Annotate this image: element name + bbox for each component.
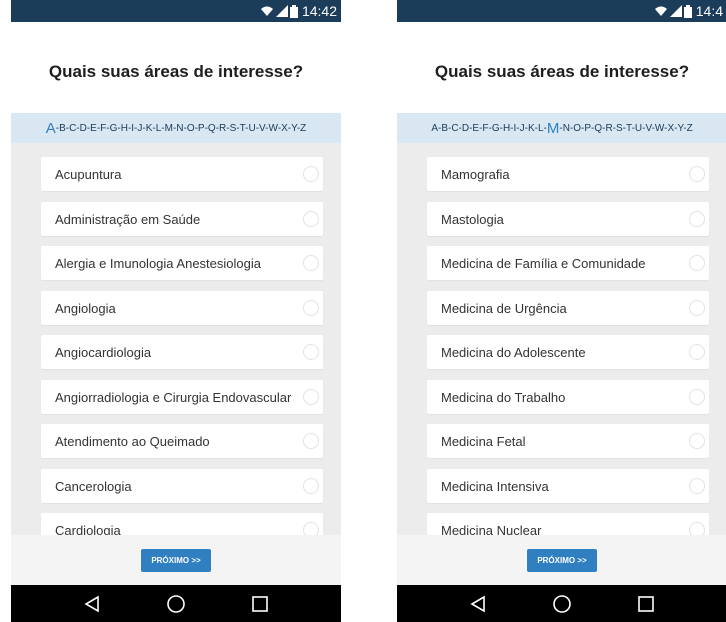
radio-button[interactable] (689, 211, 705, 227)
alphabet-before[interactable]: A-B-C-D-E-F-G-H-I-J-K-L- (431, 123, 547, 134)
list-item-label: Acupuntura (55, 166, 122, 182)
radio-button[interactable] (689, 433, 705, 449)
next-button[interactable]: PRÓXIMO >> (527, 548, 597, 572)
radio-button[interactable] (303, 389, 319, 405)
list-item-label: Angiocardiologia (55, 344, 152, 360)
wifi-icon (654, 6, 667, 16)
battery-icon (683, 4, 692, 18)
list-item-label: Atendimento ao Queimado (55, 433, 210, 449)
phone-screen-left: 14:42 Quais suas áreas de interesse? A -… (11, 0, 341, 622)
list-item-label: Angiorradiologia e Cirurgia Endovascular (55, 389, 292, 405)
radio-button[interactable] (303, 300, 319, 316)
radio-button[interactable] (303, 166, 319, 182)
list-item[interactable]: Mamografia (427, 157, 709, 191)
radio-button[interactable] (303, 478, 319, 494)
wifi-icon (260, 6, 273, 16)
radio-button[interactable] (303, 344, 319, 360)
list-item[interactable]: Alergia e Imunologia Anestesiologia (41, 246, 323, 280)
back-icon[interactable] (469, 595, 487, 613)
list-item-label: Medicina de Urgência (441, 300, 567, 316)
list-item-label: Administração em Saúde (55, 211, 201, 227)
alphabet-index[interactable]: A-B-C-D-E-F-G-H-I-J-K-L- M -N-O-P-Q-R-S-… (397, 113, 726, 143)
status-bar: 14:4 (397, 0, 726, 22)
status-time: 14:42 (301, 3, 337, 19)
list-item-label: Cardiologia (55, 522, 121, 536)
list-item[interactable]: Atendimento ao Queimado (41, 424, 323, 458)
list-item-label: Mamografia (441, 166, 510, 182)
list-item[interactable]: Medicina Nuclear (427, 513, 709, 535)
page-title: Quais suas áreas de interesse? (48, 62, 304, 81)
list-item[interactable]: Acupuntura (41, 157, 323, 191)
list-item[interactable]: Cardiologia (41, 513, 323, 535)
list-item-label: Angiologia (55, 300, 116, 316)
list-item[interactable]: Administração em Saúde (41, 202, 323, 236)
battery-icon (289, 4, 298, 18)
radio-button[interactable] (689, 344, 705, 360)
alphabet-after[interactable]: -N-O-P-Q-R-S-T-U-V-W-X-Y-Z (559, 123, 692, 134)
list-item-label: Medicina Intensiva (441, 478, 549, 494)
alphabet-active-letter[interactable]: M (547, 120, 560, 137)
list-item[interactable]: Angiorradiologia e Cirurgia Endovascular (41, 380, 323, 414)
list-item[interactable]: Medicina de Urgência (427, 291, 709, 325)
list-item[interactable]: Medicina do Adolescente (427, 335, 709, 369)
list-item[interactable]: Angiocardiologia (41, 335, 323, 369)
list-item[interactable]: Angiologia (41, 291, 323, 325)
list-item-label: Medicina Fetal (441, 433, 526, 449)
android-nav-bar (11, 585, 341, 622)
footer: PRÓXIMO >> (11, 535, 341, 585)
list-item-label: Medicina do Adolescente (441, 344, 586, 360)
radio-button[interactable] (689, 300, 705, 316)
list-item-label: Cancerologia (55, 478, 132, 494)
list-item-label: Medicina do Trabalho (441, 389, 566, 405)
alphabet-after[interactable]: -B-C-D-E-F-G-H-I-J-K-L-M-N-O-P-Q-R-S-T-U… (56, 123, 307, 134)
radio-button[interactable] (689, 389, 705, 405)
radio-button[interactable] (303, 255, 319, 271)
next-button[interactable]: PRÓXIMO >> (141, 548, 211, 572)
radio-button[interactable] (689, 255, 705, 271)
list-item-label: Medicina Nuclear (441, 522, 542, 536)
list-item[interactable]: Medicina Fetal (427, 424, 709, 458)
recents-icon[interactable] (637, 595, 655, 613)
list-item[interactable]: Mastologia (427, 202, 709, 236)
radio-button[interactable] (303, 211, 319, 227)
list-item-label: Mastologia (441, 211, 504, 227)
radio-button[interactable] (303, 433, 319, 449)
list-item-label: Medicina de Família e Comunidade (441, 255, 646, 271)
signal-icon (669, 5, 682, 17)
status-bar: 14:42 (11, 0, 341, 22)
list-item[interactable]: Cancerologia (41, 469, 323, 503)
home-icon[interactable] (552, 594, 572, 614)
phone-screen-right: 14:4 Quais suas áreas de interesse? A-B-… (397, 0, 726, 622)
radio-button[interactable] (689, 166, 705, 182)
alphabet-active-letter[interactable]: A (46, 120, 56, 137)
specialty-list[interactable]: Mamografia Mastologia Medicina de Famíli… (397, 143, 726, 535)
alphabet-index[interactable]: A -B-C-D-E-F-G-H-I-J-K-L-M-N-O-P-Q-R-S-T… (11, 113, 341, 143)
list-item-label: Alergia e Imunologia Anestesiologia (55, 255, 261, 271)
list-item[interactable]: Medicina Intensiva (427, 469, 709, 503)
status-time: 14:4 (695, 3, 723, 19)
radio-button[interactable] (303, 522, 319, 535)
signal-icon (275, 5, 288, 17)
list-item[interactable]: Medicina de Família e Comunidade (427, 246, 709, 280)
specialty-list[interactable]: Acupuntura Administração em Saúde Alergi… (11, 143, 341, 535)
list-item[interactable]: Medicina do Trabalho (427, 380, 709, 414)
back-icon[interactable] (83, 595, 101, 613)
recents-icon[interactable] (251, 595, 269, 613)
radio-button[interactable] (689, 522, 705, 535)
footer: PRÓXIMO >> (397, 535, 726, 585)
android-nav-bar (397, 585, 726, 622)
page-title: Quais suas áreas de interesse? (434, 62, 690, 81)
home-icon[interactable] (166, 594, 186, 614)
radio-button[interactable] (689, 478, 705, 494)
